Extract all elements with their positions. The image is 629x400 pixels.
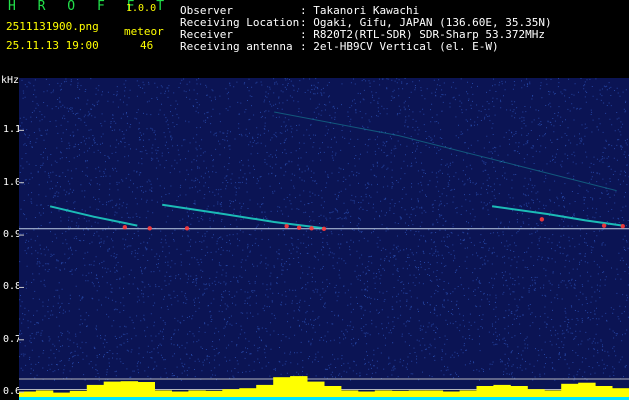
activity-bar [222, 389, 240, 397]
activity-bar [578, 382, 596, 397]
activity-bar [137, 382, 155, 397]
activity-bar [307, 381, 325, 397]
activity-bar [561, 383, 579, 397]
activity-bar [374, 390, 393, 397]
activity-bar [256, 384, 274, 397]
activity-bar [154, 390, 172, 397]
antenna-label: Receiving antenna [180, 40, 293, 53]
activity-bar [425, 390, 444, 397]
meteor-echo-spot [284, 223, 289, 229]
activity-bar [612, 388, 629, 397]
activity-bar [35, 390, 54, 397]
activity-bar [527, 389, 545, 397]
activity-bar [69, 390, 88, 397]
activity-bar [510, 386, 528, 397]
meteor-echo-spot [601, 223, 607, 228]
header-panel: H R O F F T 1.0.0 2511131900.png 25.11.1… [0, 0, 629, 73]
activity-bar [391, 390, 410, 397]
meteor-echo-spot [620, 223, 625, 229]
activity-bar [459, 390, 477, 397]
meteor-echo-spot [122, 225, 128, 230]
activity-bar [357, 391, 376, 397]
activity-bar [205, 390, 223, 397]
meteor-label: meteor [124, 25, 164, 38]
meteor-echo-spot [147, 226, 152, 231]
activity-bar [442, 391, 460, 397]
activity-bar [324, 386, 342, 397]
activity-bar [188, 390, 206, 397]
activity-bar [273, 377, 291, 397]
activity-bar [476, 386, 494, 397]
meteor-echo-spot [321, 226, 327, 231]
meteor-echo-spot [309, 226, 314, 231]
meteor-echo-spot [184, 226, 190, 231]
meteor-echo-spot [296, 225, 302, 230]
activity-bar [103, 381, 122, 397]
activity-bar [544, 390, 562, 397]
activity-bar [239, 388, 257, 397]
activity-bar [171, 391, 189, 397]
activity-bar [290, 376, 308, 397]
meteor-count: 46 [140, 39, 154, 52]
activity-bar [408, 390, 427, 397]
activity-bar [120, 381, 139, 397]
capture-filename: 2511131900.png [6, 20, 99, 33]
activity-bar [86, 384, 105, 397]
meteor-echo-spot [539, 217, 545, 222]
spectrogram-plot [19, 78, 629, 400]
activity-bar [52, 392, 71, 397]
activity-bar [340, 390, 359, 397]
capture-datetime: 25.11.13 19:00 [6, 39, 99, 52]
antenna-value: : 2el-HB9CV Vertical (el. E-W) [300, 40, 499, 53]
app-version: 1.0.0 [126, 3, 157, 14]
activity-bar [595, 386, 613, 397]
activity-bar [493, 384, 511, 397]
frequency-unit-label: kHz [1, 75, 20, 86]
